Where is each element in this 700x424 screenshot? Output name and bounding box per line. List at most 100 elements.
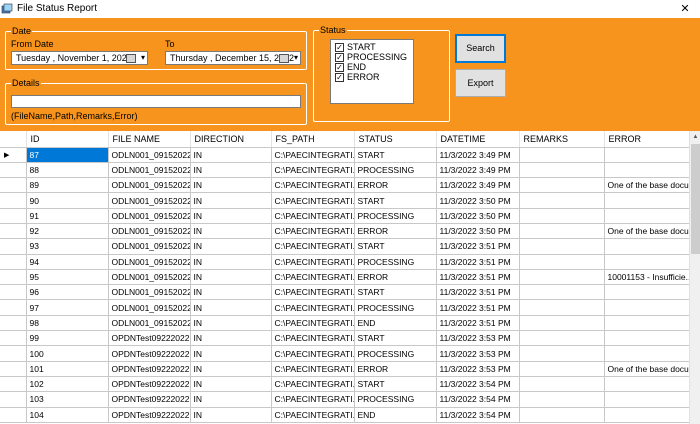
cell-direction[interactable]: IN (190, 208, 272, 224)
table-row[interactable]: 92ODLN001_09152022...INC:\PAECINTEGRATI.… (0, 223, 689, 240)
from-date-picker[interactable]: Tuesday , November 1, 2022 ▾ (11, 51, 148, 65)
cell-error[interactable] (604, 407, 689, 423)
row-header[interactable] (0, 238, 27, 255)
column-header-id[interactable]: ID (26, 131, 109, 148)
column-header-status[interactable]: STATUS (354, 131, 437, 148)
cell-status[interactable]: END (354, 407, 437, 423)
cell-status[interactable]: END (354, 315, 437, 332)
column-header-error[interactable]: ERROR (604, 131, 689, 148)
cell-datetime[interactable]: 11/3/2022 3:49 PM (436, 162, 520, 179)
cell-error[interactable] (604, 147, 689, 163)
cell-fs-path[interactable]: C:\PAECINTEGRATI... (271, 330, 355, 347)
cell-direction[interactable]: IN (190, 407, 272, 423)
cell-id[interactable]: 101 (26, 361, 109, 377)
row-header[interactable] (0, 284, 27, 301)
cell-error[interactable] (604, 254, 689, 270)
table-row[interactable]: 89ODLN001_09152022...INC:\PAECINTEGRATI.… (0, 177, 689, 194)
row-header[interactable] (0, 192, 27, 209)
cell-id[interactable]: 88 (26, 162, 109, 179)
cell-status[interactable]: PROCESSING (354, 254, 437, 270)
cell-remarks[interactable] (519, 330, 605, 347)
cell-remarks[interactable] (519, 254, 605, 270)
cell-id[interactable]: 97 (26, 299, 109, 316)
cell-remarks[interactable] (519, 192, 605, 209)
row-header[interactable] (0, 376, 27, 393)
cell-fs-path[interactable]: C:\PAECINTEGRATI... (271, 238, 355, 255)
row-header[interactable] (0, 269, 27, 286)
cell-direction[interactable]: IN (190, 147, 272, 163)
cell-error[interactable]: One of the base docu... (604, 177, 689, 194)
cell-direction[interactable]: IN (190, 284, 272, 301)
cell-fs-path[interactable]: C:\PAECINTEGRATI... (271, 299, 355, 316)
cell-id[interactable]: 93 (26, 238, 109, 255)
table-row[interactable]: 103 OPDNTest09222022... IN C:\PAECINTEGRATI… (0, 391, 689, 408)
cell-datetime[interactable]: 11/3/2022 3:53 PM (436, 361, 520, 377)
cell-datetime[interactable]: 11/3/2022 3:51 PM (436, 315, 520, 332)
cell-id[interactable]: 98 (26, 315, 109, 332)
checkbox-checked-icon[interactable]: ✓ (335, 63, 344, 72)
cell-file-name[interactable]: OPDNTest09222022... (108, 376, 191, 393)
cell-remarks[interactable] (519, 162, 605, 179)
cell-error[interactable] (604, 238, 689, 255)
cell-datetime[interactable]: 11/3/2022 3:51 PM (436, 299, 520, 316)
close-icon[interactable]: ✕ (670, 0, 700, 18)
cell-status[interactable]: PROCESSING (354, 162, 437, 179)
cell-id[interactable]: 90 (26, 192, 109, 209)
cell-id[interactable]: 95 (26, 269, 109, 286)
checkbox-checked-icon[interactable]: ✓ (335, 73, 344, 82)
cell-fs-path[interactable]: C:\PAECINTEGRATI... (271, 147, 355, 163)
cell-datetime[interactable]: 11/3/2022 3:54 PM (436, 391, 520, 408)
cell-file-name[interactable]: ODLN001_09152022... (108, 192, 191, 209)
table-row[interactable]: 98ODLN001_09152022...INC:\PAECINTEGRATI.… (0, 315, 689, 332)
cell-status[interactable]: PROCESSING (354, 391, 437, 408)
cell-direction[interactable]: IN (190, 315, 272, 332)
cell-error[interactable] (604, 345, 689, 362)
table-row[interactable]: 95ODLN001_09152022...INC:\PAECINTEGRATI.… (0, 269, 689, 286)
cell-error[interactable] (604, 162, 689, 179)
checkbox-checked-icon[interactable]: ✓ (335, 43, 344, 52)
cell-datetime[interactable]: 11/3/2022 3:53 PM (436, 330, 520, 347)
cell-fs-path[interactable]: C:\PAECINTEGRATI... (271, 376, 355, 393)
cell-error[interactable] (604, 391, 689, 408)
cell-direction[interactable]: IN (190, 269, 272, 286)
vertical-scrollbar[interactable]: ▲ (689, 131, 700, 424)
table-row[interactable]: 90ODLN001_09152022...INC:\PAECINTEGRATI.… (0, 192, 689, 209)
scrollbar-thumb[interactable] (691, 144, 700, 254)
cell-fs-path[interactable]: C:\PAECINTEGRATI... (271, 269, 355, 286)
row-header[interactable] (0, 254, 27, 270)
cell-status[interactable]: START (354, 192, 437, 209)
export-button[interactable]: Export (455, 69, 506, 97)
cell-datetime[interactable]: 11/3/2022 3:50 PM (436, 208, 520, 224)
cell-error[interactable]: One of the base docu... (604, 223, 689, 240)
cell-file-name[interactable]: ODLN001_09152022... (108, 177, 191, 194)
cell-status[interactable]: START (354, 238, 437, 255)
cell-id[interactable]: 91 (26, 208, 109, 224)
cell-datetime[interactable]: 11/3/2022 3:49 PM (436, 177, 520, 194)
to-date-picker[interactable]: Thursday , December 15, 2022 ▾ (165, 51, 301, 65)
cell-fs-path[interactable]: C:\PAECINTEGRATI... (271, 391, 355, 408)
cell-id[interactable]: 92 (26, 223, 109, 240)
row-header[interactable] (0, 361, 27, 377)
cell-remarks[interactable] (519, 407, 605, 423)
cell-id[interactable]: 100 (26, 345, 109, 362)
row-header[interactable] (0, 391, 27, 408)
cell-direction[interactable]: IN (190, 177, 272, 194)
scroll-up-arrow-icon[interactable]: ▲ (690, 131, 700, 143)
row-header[interactable] (0, 223, 27, 240)
cell-direction[interactable]: IN (190, 299, 272, 316)
cell-remarks[interactable] (519, 238, 605, 255)
cell-fs-path[interactable]: C:\PAECINTEGRATI... (271, 315, 355, 332)
table-row[interactable]: 97ODLN001_09152022...INC:\PAECINTEGRATI.… (0, 299, 689, 316)
cell-datetime[interactable]: 11/3/2022 3:51 PM (436, 254, 520, 270)
row-header[interactable]: ▶ (0, 147, 27, 163)
cell-error[interactable] (604, 376, 689, 393)
table-row[interactable]: 94ODLN001_09152022...INC:\PAECINTEGRATI.… (0, 254, 689, 270)
column-header-datetime[interactable]: DATETIME (436, 131, 520, 148)
cell-direction[interactable]: IN (190, 162, 272, 179)
cell-status[interactable]: ERROR (354, 223, 437, 240)
cell-file-name[interactable]: OPDNTest09222022... (108, 330, 191, 347)
cell-file-name[interactable]: ODLN001_09152022... (108, 162, 191, 179)
cell-remarks[interactable] (519, 208, 605, 224)
row-header[interactable] (0, 162, 27, 179)
calendar-icon[interactable] (279, 54, 289, 63)
